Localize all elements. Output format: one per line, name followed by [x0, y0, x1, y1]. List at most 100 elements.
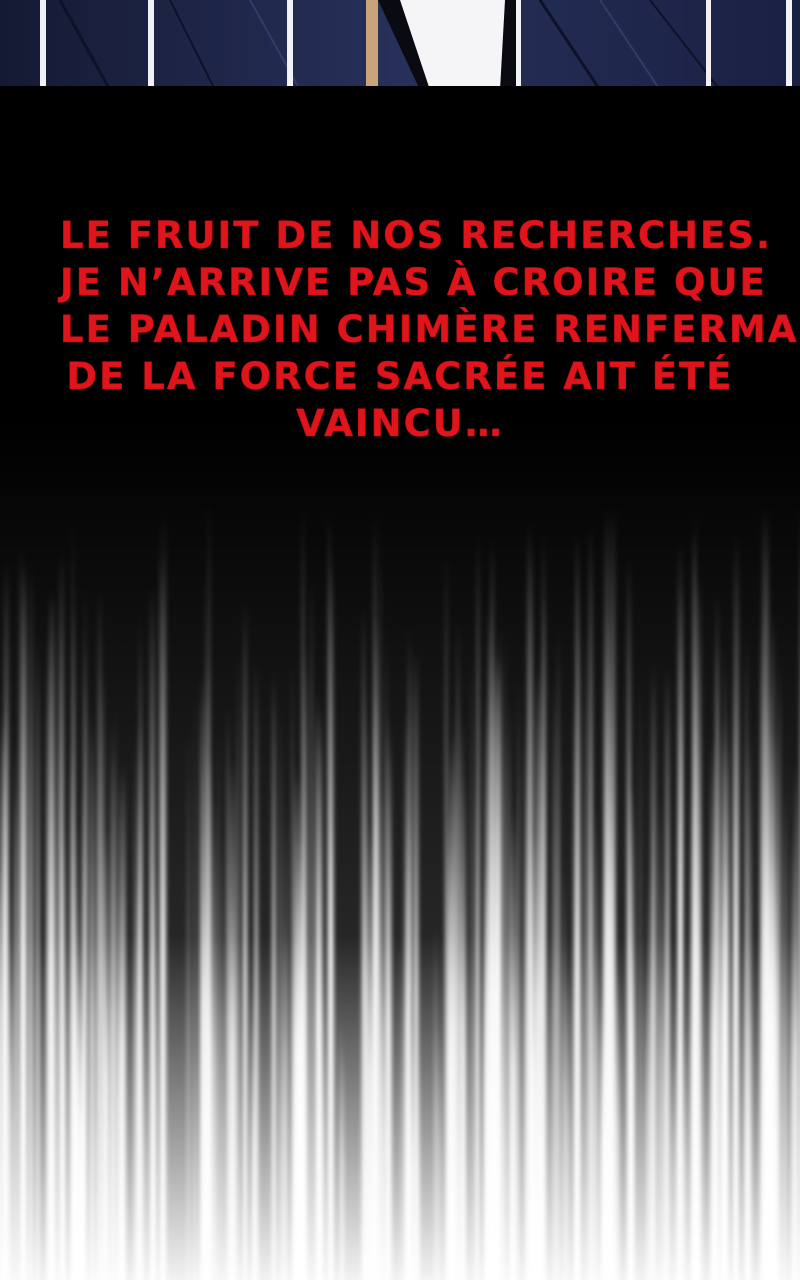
speed-streak: [463, 773, 467, 1280]
speed-streak: [628, 745, 631, 1280]
speed-streak: [445, 550, 448, 1280]
speed-streak: [703, 813, 704, 1280]
speed-streak: [484, 700, 489, 1280]
speed-streak: [662, 888, 665, 1280]
speed-streak: [775, 850, 778, 1280]
speed-streak: [793, 763, 799, 1280]
speed-streak: [564, 1060, 566, 1280]
speed-streak: [12, 976, 13, 1280]
speed-streak: [549, 887, 550, 1280]
speed-streak: [434, 924, 437, 1280]
speed-streak: [205, 898, 207, 1280]
speed-streak: [455, 751, 457, 1280]
speed-streak: [510, 809, 517, 1280]
speed-streak: [589, 841, 592, 1280]
speed-streak: [76, 949, 78, 1280]
speed-streak: [72, 600, 76, 1280]
speed-streak: [296, 774, 302, 1280]
speed-streak: [152, 761, 153, 1280]
speed-streak: [280, 1016, 283, 1280]
speed-streak: [790, 835, 794, 1280]
speed-streak: [272, 667, 274, 1280]
speed-streak: [639, 680, 641, 1280]
speed-streak: [89, 710, 94, 1280]
narration-text: LE FRUIT DE NOS RECHERCHES. JE N’ARRIVE …: [60, 212, 800, 447]
speed-streak: [557, 629, 560, 1280]
speed-streak: [601, 1027, 604, 1280]
speed-streak: [114, 729, 117, 1280]
speed-streak: [503, 726, 506, 1280]
speed-streak: [645, 965, 647, 1280]
speed-streak: [651, 663, 656, 1280]
speed-streak: [407, 625, 410, 1280]
narration-line-3: LE PALADIN CHIMÈRE RENFERMANT: [60, 308, 800, 352]
speed-streak: [376, 751, 379, 1280]
speed-streak: [553, 680, 556, 1280]
speed-streak: [201, 886, 205, 1280]
speed-streak: [679, 634, 681, 1280]
speed-streak: [310, 576, 313, 1280]
speed-streak: [401, 904, 402, 1280]
speed-streak: [630, 940, 634, 1280]
speed-streak: [745, 635, 748, 1280]
speed-streak: [410, 1027, 414, 1280]
speed-streak: [721, 869, 723, 1280]
speed-streak: [159, 555, 165, 1280]
speed-streak: [206, 930, 208, 1280]
speed-streak: [199, 687, 202, 1280]
speed-streak: [768, 819, 770, 1280]
speed-streak: [137, 840, 140, 1280]
speed-streak: [318, 741, 321, 1280]
narration-line-4: DE LA FORCE SACRÉE AIT ÉTÉ: [66, 355, 734, 399]
speed-streak: [367, 1037, 370, 1280]
speed-streak: [610, 801, 613, 1280]
speed-streak: [594, 810, 598, 1280]
speed-streak: [22, 894, 24, 1280]
speed-streak: [509, 914, 511, 1280]
speed-streak: [770, 725, 774, 1280]
speed-streak: [385, 624, 387, 1280]
speed-streak: [59, 622, 62, 1280]
speed-streak: [233, 937, 236, 1280]
speed-streak: [471, 650, 473, 1280]
speed-streak: [539, 646, 542, 1280]
speed-streak: [786, 739, 788, 1280]
speed-streak: [380, 946, 382, 1280]
speed-streak: [141, 651, 143, 1280]
speed-streak: [541, 1038, 543, 1280]
speed-streak: [749, 731, 752, 1280]
speed-streak: [718, 783, 720, 1280]
speed-streak: [139, 635, 141, 1280]
speed-streak: [22, 558, 26, 1280]
speed-streak: [37, 920, 39, 1280]
speed-streak: [584, 623, 587, 1280]
speed-streak: [237, 653, 239, 1280]
speed-streak: [117, 881, 120, 1280]
comic-page: LE FRUIT DE NOS RECHERCHES. JE N’ARRIVE …: [0, 0, 800, 1280]
speed-streak: [517, 683, 520, 1280]
speed-streak: [95, 759, 98, 1280]
top-panel-illustration: [0, 0, 800, 90]
speed-streak: [779, 700, 781, 1280]
speed-streak: [514, 1042, 516, 1280]
speed-streak: [107, 1021, 109, 1280]
speed-streak: [6, 807, 8, 1280]
speed-streak: [573, 688, 576, 1280]
speed-streak: [618, 969, 620, 1280]
speed-streak: [672, 1049, 674, 1280]
speed-lines-fade: [0, 420, 800, 1280]
speed-streak: [291, 658, 293, 1280]
speed-streak: [46, 635, 49, 1280]
speed-streak: [285, 801, 288, 1280]
speed-streak: [86, 691, 87, 1280]
speed-streak: [684, 1029, 687, 1280]
speed-streak: [372, 689, 375, 1280]
speed-streak: [476, 533, 480, 1280]
speed-streak: [243, 601, 248, 1280]
speed-streak: [98, 672, 100, 1280]
speed-streak: [543, 742, 546, 1280]
speed-streak: [361, 606, 366, 1280]
speed-streak: [726, 708, 729, 1280]
speed-streak: [322, 990, 325, 1280]
speed-streak: [111, 958, 114, 1280]
